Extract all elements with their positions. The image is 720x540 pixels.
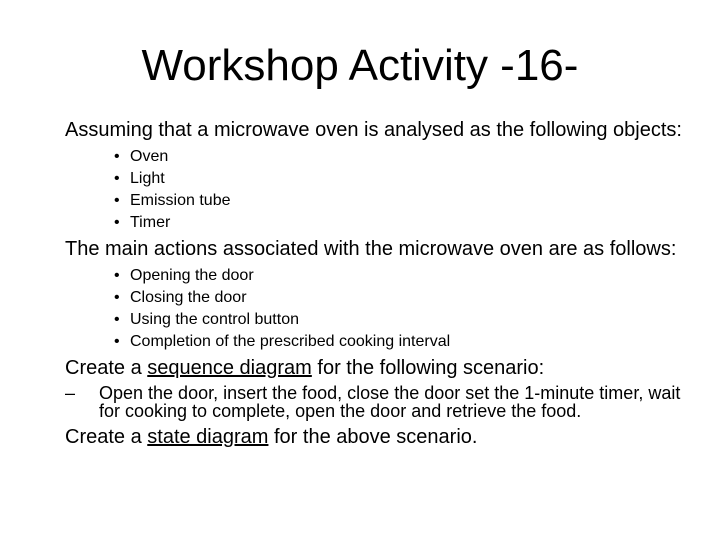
objects-intro: Assuming that a microwave oven is analys… [65,119,682,141]
list-item: • Opening the door [65,265,705,287]
list-item: • Oven [65,146,705,168]
bullet-icon: • [114,148,120,165]
list-item: • Emission tube [65,190,705,212]
list-item: • Light [65,168,705,190]
bullet-icon: • [114,267,120,284]
bullet-icon: • [114,170,120,187]
bullet-icon: • [114,214,120,231]
bullet-icon: • [114,192,120,209]
bullet-icon: • [114,289,120,306]
scenario-item: – Open the door, insert the food, close t… [65,383,681,421]
bullet-icon: • [114,333,120,350]
list-item: • Closing the door [65,287,705,309]
state-diagram-term: state diagram [147,426,269,448]
task-state-diagram: Create a state diagram for the above sce… [65,426,478,448]
list-item: • Using the control button [65,309,705,331]
sequence-diagram-term: sequence diagram [147,357,312,379]
slide-title: Workshop Activity -16- [141,41,579,90]
objects-list: • Oven • Light • Emission tube • Timer [65,146,705,234]
bullet-icon: • [114,311,120,328]
slide-body: Assuming that a microwave oven is analys… [65,119,705,449]
actions-list: • Opening the door • Closing the door • Usi… [65,265,705,353]
dash-icon: – [65,383,76,403]
list-item: • Timer [65,212,705,234]
task-sequence-diagram: Create a sequence diagram for the follow… [65,357,545,379]
actions-intro: The main actions associated with the mic… [65,238,677,260]
list-item: • Completion of the prescribed cooking in… [65,331,705,353]
